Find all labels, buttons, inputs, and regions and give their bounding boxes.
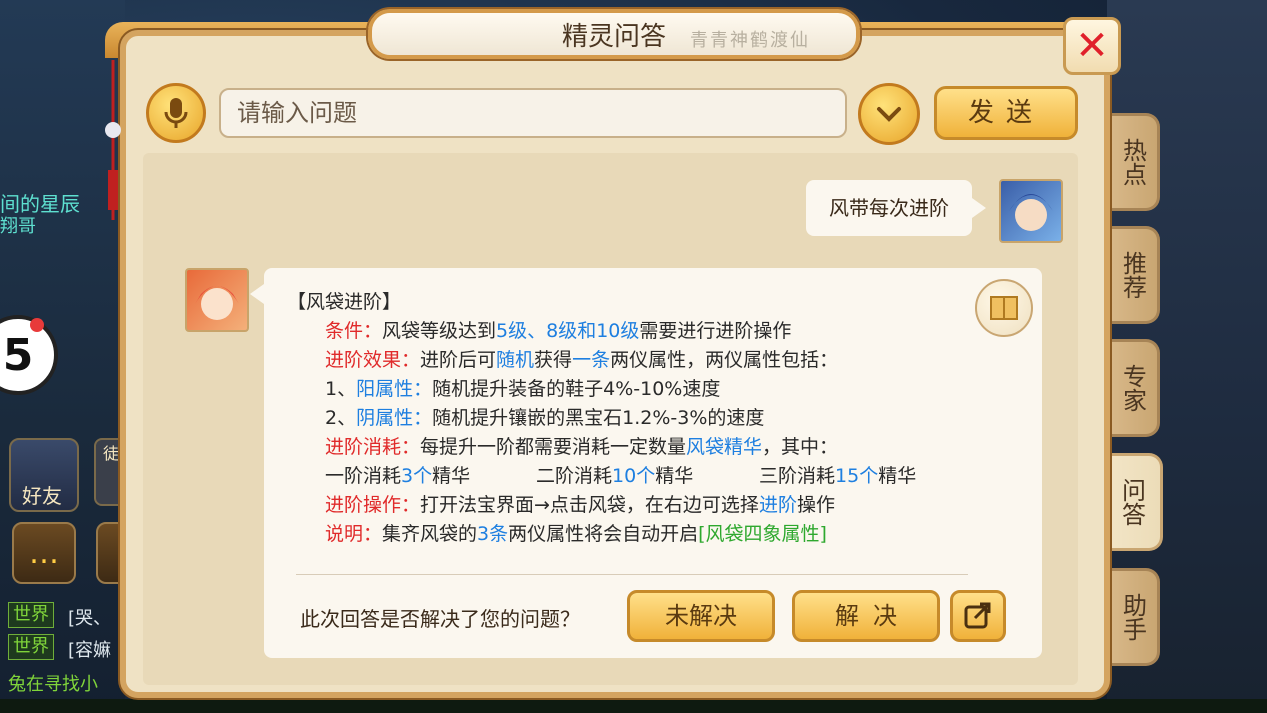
text: 集齐风袋的: [382, 523, 478, 545]
answer-line-costs: 三阶消耗15个精华: [759, 461, 916, 488]
microphone-icon: [164, 98, 188, 128]
text: 两仪属性将会自动开启: [508, 523, 699, 545]
tab-label: 专家: [1118, 364, 1147, 412]
tab-label: 推荐: [1118, 251, 1147, 299]
text: 随机提升装备的鞋子4%-10%速度: [432, 378, 721, 400]
text: 精华: [432, 465, 471, 487]
text: 一阶消耗: [325, 465, 402, 487]
text: 打开法宝界面→点击风袋，在右边可选择: [420, 494, 759, 516]
text: 三阶消耗: [759, 465, 836, 487]
text: 风袋等级达到: [382, 320, 497, 342]
hud-bottom-message: 兔在寻找小: [8, 674, 98, 695]
highlight: 进阶: [758, 494, 797, 516]
text: 需要进行进阶操作: [639, 320, 792, 342]
answer-heading: 【风袋进阶】: [287, 291, 402, 313]
label: 进阶消耗：: [325, 436, 421, 458]
tassel-icon: [105, 60, 121, 220]
answer-line: 进阶效果：进阶后可随机获得一条两仪属性，两仪属性包括：: [325, 345, 838, 372]
world-message: [哭、: [68, 608, 112, 629]
answer-line: 1、阳属性：随机提升装备的鞋子4%-10%速度: [325, 374, 720, 401]
text: 获得: [534, 349, 573, 371]
chat-bubble-icon[interactable]: …: [12, 522, 76, 584]
world-message: [容嫲: [68, 640, 112, 661]
answer-line: 进阶操作：打开法宝界面→点击风袋，在右边可选择进阶操作: [325, 490, 835, 517]
game-bottom-bar: [0, 699, 1267, 713]
friend-label: 好友: [22, 484, 62, 508]
close-button[interactable]: ✕: [1063, 17, 1121, 75]
book-icon[interactable]: [975, 279, 1033, 337]
notification-dot-icon: [30, 318, 44, 332]
label: 进阶效果：: [325, 349, 421, 371]
user-question-bubble: 风带每次进阶: [806, 180, 986, 236]
send-button[interactable]: 发送: [934, 86, 1078, 140]
text: 二阶消耗: [536, 465, 613, 487]
feedback-question: 此次回答是否解决了您的问题？: [300, 607, 580, 631]
title-decoration: 青青神鹤渡仙: [690, 30, 810, 51]
history-dropdown-button[interactable]: [858, 83, 920, 145]
highlight: 随机: [496, 349, 535, 371]
prefix: 1、: [325, 378, 357, 400]
text: 随机提升镶嵌的黑宝石1.2%-3%的速度: [432, 407, 765, 429]
unsolved-button[interactable]: 未解决: [627, 590, 775, 642]
world-channel-tag: 世界: [8, 634, 54, 660]
text: 每提升一阶都需要消耗一定数量: [420, 436, 687, 458]
text: 两仪属性，两仪属性包括：: [610, 349, 839, 371]
highlight: 阳属性：: [356, 378, 433, 400]
tab-assistant[interactable]: 助手: [1108, 568, 1160, 666]
answer-line-costs: 二阶消耗10个精华: [536, 461, 693, 488]
tab-hot[interactable]: 热点: [1108, 113, 1160, 211]
highlight: 15个: [835, 465, 879, 487]
user-avatar: [999, 179, 1063, 243]
world-channel-tag: 世界: [8, 602, 54, 628]
tab-label: 热点: [1118, 138, 1147, 186]
highlight: 3条: [477, 523, 509, 545]
answer-line: 2、阴属性：随机提升镶嵌的黑宝石1.2%-3%的速度: [325, 403, 764, 430]
text: 精华: [878, 465, 917, 487]
divider: [296, 574, 968, 575]
label: 进阶操作：: [325, 494, 421, 516]
text: ，其中：: [762, 436, 839, 458]
text: 操作: [796, 494, 835, 516]
share-icon: [964, 602, 991, 629]
text: 进阶后可: [420, 349, 497, 371]
label: 说明：: [325, 523, 383, 545]
solved-button[interactable]: 解决: [792, 590, 940, 642]
prefix: 2、: [325, 407, 357, 429]
tab-label: 问答: [1117, 478, 1146, 526]
voice-input-button[interactable]: [146, 83, 206, 143]
highlight: 5级、8级和10级: [496, 320, 640, 342]
answer-line: 进阶消耗：每提升一阶都需要消耗一定数量风袋精华，其中：: [325, 432, 838, 459]
highlight: 3个: [401, 465, 433, 487]
answer-line-costs: 一阶消耗3个精华: [325, 461, 470, 488]
hud-player-name: 翔哥: [0, 216, 36, 237]
label: 条件：: [325, 320, 383, 342]
tab-label: 助手: [1118, 593, 1147, 641]
close-icon: ✕: [1075, 23, 1109, 69]
text: 精华: [655, 465, 694, 487]
tab-recommend[interactable]: 推荐: [1108, 226, 1160, 324]
chevron-down-icon: [877, 107, 901, 122]
question-input[interactable]: 请输入问题: [219, 88, 847, 138]
spirit-avatar: [185, 268, 249, 332]
highlight: 一条: [572, 349, 611, 371]
share-button[interactable]: [950, 590, 1006, 642]
highlight: 10个: [612, 465, 656, 487]
attribute-link[interactable]: [风袋四象属性]: [698, 523, 827, 545]
tab-expert[interactable]: 专家: [1108, 339, 1160, 437]
answer-line: 说明：集齐风袋的3条两仪属性将会自动开启[风袋四象属性]: [325, 519, 827, 546]
highlight: 风袋精华: [686, 436, 763, 458]
answer-line: 条件：风袋等级达到5级、8级和10级需要进行进阶操作: [325, 316, 791, 343]
tab-qa[interactable]: 问答: [1103, 453, 1163, 551]
highlight: 阴属性：: [356, 407, 433, 429]
